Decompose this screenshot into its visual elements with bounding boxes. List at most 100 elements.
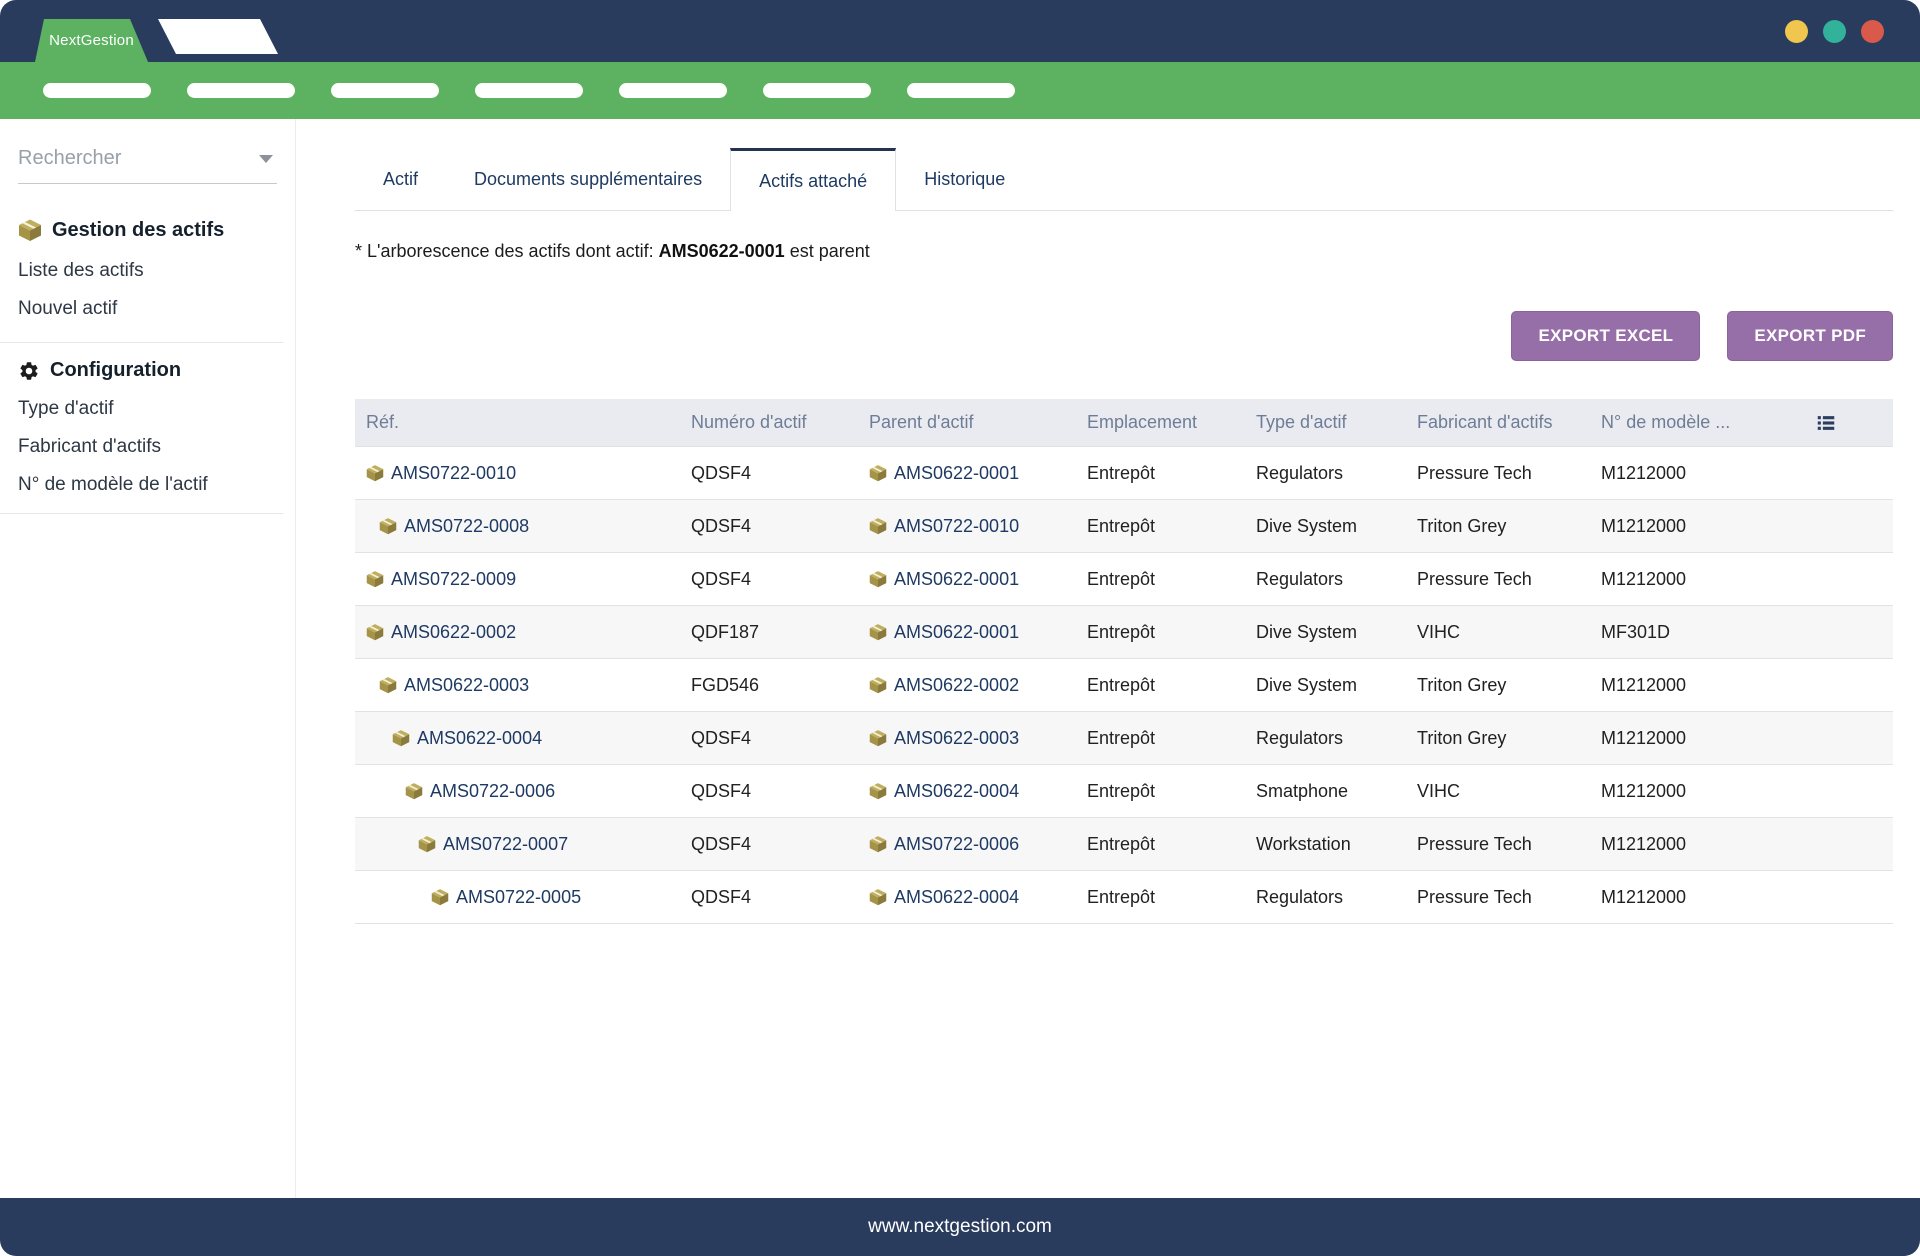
tree-note: * L'arborescence des actifs dont actif: … (355, 241, 1893, 262)
nav-pill-0[interactable] (43, 83, 151, 98)
type-cell: Workstation (1245, 834, 1406, 855)
ref-cell: AMS0622-0002 (355, 622, 680, 643)
parent-asset-link[interactable]: AMS0622-0004 (894, 887, 1019, 908)
maximize-dot-icon[interactable] (1823, 20, 1846, 43)
chevron-down-icon (259, 155, 273, 163)
package-icon (379, 676, 397, 694)
modele-cell: M1212000 (1590, 887, 1775, 908)
package-icon (869, 888, 887, 906)
package-icon (869, 570, 887, 588)
fabricant-cell: Pressure Tech (1406, 887, 1590, 908)
nav-pill-4[interactable] (619, 83, 727, 98)
export-excel-button[interactable]: EXPORT EXCEL (1511, 311, 1700, 361)
footer-url: www.nextgestion.com (868, 1216, 1052, 1238)
close-dot-icon[interactable] (1861, 20, 1884, 43)
col-numero: Numéro d'actif (680, 412, 858, 433)
sidebar-item-nouvel-actif[interactable]: Nouvel actif (0, 298, 295, 320)
fabricant-cell: Pressure Tech (1406, 463, 1590, 484)
parent-asset-link[interactable]: AMS0622-0001 (894, 622, 1019, 643)
search-select[interactable]: Rechercher (18, 147, 277, 184)
sidebar-divider (0, 513, 283, 514)
emplacement-cell: Entrepôt (1076, 781, 1245, 802)
tab-actif[interactable]: Actif (355, 148, 446, 210)
asset-ref-link[interactable]: AMS0722-0010 (391, 463, 516, 484)
package-icon (431, 888, 449, 906)
asset-ref-link[interactable]: AMS0722-0008 (404, 516, 529, 537)
parent-cell: AMS0622-0001 (858, 463, 1076, 484)
parent-cell: AMS0622-0004 (858, 781, 1076, 802)
package-icon (869, 729, 887, 747)
nav-pill-6[interactable] (907, 83, 1015, 98)
nav-pill-5[interactable] (763, 83, 871, 98)
asset-ref-link[interactable]: AMS0722-0006 (430, 781, 555, 802)
nav-pill-2[interactable] (331, 83, 439, 98)
minimize-dot-icon[interactable] (1785, 20, 1808, 43)
sidebar-section-gestion: Gestion des actifs (0, 218, 295, 242)
nav-pill-1[interactable] (187, 83, 295, 98)
sidebar-item-type-actif[interactable]: Type d'actif (0, 398, 295, 420)
parent-asset-link[interactable]: AMS0622-0001 (894, 569, 1019, 590)
type-cell: Regulators (1245, 569, 1406, 590)
tab-actifs-attache[interactable]: Actifs attaché (730, 148, 896, 211)
package-icon (366, 623, 384, 641)
ghost-tab[interactable] (158, 19, 278, 54)
ref-cell: AMS0722-0009 (355, 569, 680, 590)
asset-ref-link[interactable]: AMS0622-0004 (417, 728, 542, 749)
sidebar-section-title: Configuration (50, 359, 181, 382)
asset-ref-link[interactable]: AMS0722-0009 (391, 569, 516, 590)
parent-asset-link[interactable]: AMS0722-0006 (894, 834, 1019, 855)
package-icon (418, 835, 436, 853)
modele-cell: M1212000 (1590, 728, 1775, 749)
asset-ref-link[interactable]: AMS0722-0005 (456, 887, 581, 908)
package-icon (869, 464, 887, 482)
export-pdf-button[interactable]: EXPORT PDF (1727, 311, 1893, 361)
table-row: AMS0722-0006 QDSF4 AMS0622-0004 Entrepôt… (355, 765, 1893, 818)
tab-documents-supplementaires[interactable]: Documents supplémentaires (446, 148, 730, 210)
table-row: AMS0722-0005 QDSF4 AMS0622-0004 Entrepôt… (355, 871, 1893, 924)
sidebar-section-configuration: Configuration (0, 359, 295, 382)
parent-asset-link[interactable]: AMS0722-0010 (894, 516, 1019, 537)
sidebar-item-liste-des-actifs[interactable]: Liste des actifs (0, 260, 295, 282)
sidebar-item-numero-modele[interactable]: N° de modèle de l'actif (0, 474, 295, 496)
sidebar: Rechercher Gestion des actifs Liste des … (0, 119, 296, 1198)
col-fabricant: Fabricant d'actifs (1406, 412, 1590, 433)
parent-cell: AMS0622-0003 (858, 728, 1076, 749)
numero-cell: FGD546 (680, 675, 858, 696)
asset-ref-link[interactable]: AMS0722-0007 (443, 834, 568, 855)
fabricant-cell: Triton Grey (1406, 516, 1590, 537)
tab-bar: Actif Documents supplémentaires Actifs a… (355, 148, 1893, 211)
numero-cell: QDSF4 (680, 887, 858, 908)
tab-historique[interactable]: Historique (896, 148, 1033, 210)
asset-ref-link[interactable]: AMS0622-0002 (391, 622, 516, 643)
modele-cell: M1212000 (1590, 675, 1775, 696)
package-icon (18, 218, 42, 242)
column-settings-button[interactable] (1775, 412, 1893, 434)
table-row: AMS0722-0009 QDSF4 AMS0622-0001 Entrepôt… (355, 553, 1893, 606)
main-navbar (0, 62, 1920, 119)
modele-cell: M1212000 (1590, 463, 1775, 484)
asset-ref-link[interactable]: AMS0622-0003 (404, 675, 529, 696)
ref-cell: AMS0722-0008 (355, 516, 680, 537)
numero-cell: QDSF4 (680, 569, 858, 590)
ref-cell: AMS0722-0007 (355, 834, 680, 855)
sidebar-item-fabricant-actifs[interactable]: Fabricant d'actifs (0, 436, 295, 458)
nav-pill-3[interactable] (475, 83, 583, 98)
parent-asset-link[interactable]: AMS0622-0003 (894, 728, 1019, 749)
footer: www.nextgestion.com (0, 1198, 1920, 1256)
package-icon (366, 570, 384, 588)
type-cell: Regulators (1245, 728, 1406, 749)
emplacement-cell: Entrepôt (1076, 516, 1245, 537)
ref-cell: AMS0622-0004 (355, 728, 680, 749)
parent-asset-link[interactable]: AMS0622-0004 (894, 781, 1019, 802)
brand-tab[interactable]: NextGestion (35, 19, 148, 62)
modele-cell: M1212000 (1590, 516, 1775, 537)
table-row: AMS0622-0003 FGD546 AMS0622-0002 Entrepô… (355, 659, 1893, 712)
parent-asset-link[interactable]: AMS0622-0002 (894, 675, 1019, 696)
parent-asset-link[interactable]: AMS0622-0001 (894, 463, 1019, 484)
package-icon (869, 782, 887, 800)
main-content: Actif Documents supplémentaires Actifs a… (296, 119, 1920, 1198)
export-actions: EXPORT EXCEL EXPORT PDF (355, 311, 1893, 361)
package-icon (869, 676, 887, 694)
list-icon (1815, 412, 1837, 434)
ref-cell: AMS0722-0005 (355, 887, 680, 908)
